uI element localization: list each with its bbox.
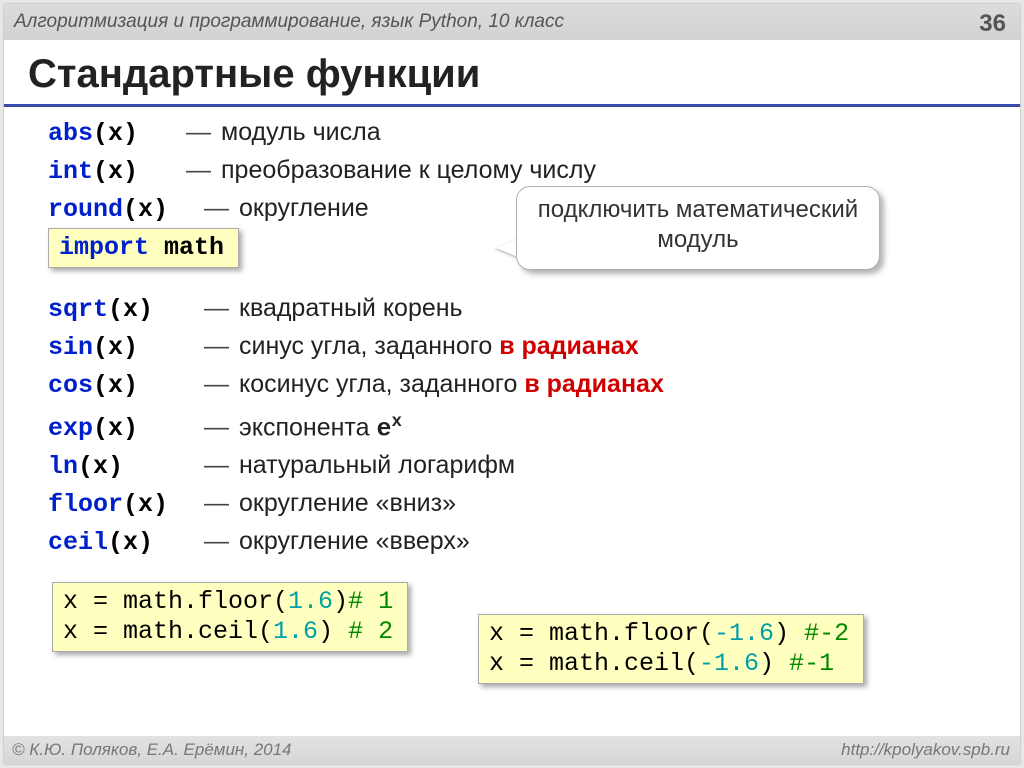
title-underline	[4, 104, 1020, 107]
course-title: Алгоритмизация и программирование, язык …	[14, 11, 564, 32]
content: abs(x) — модуль числа int(x) — преобразо…	[48, 114, 1000, 561]
import-codebox: import math	[48, 228, 239, 268]
slide-footer: © К.Ю. Поляков, Е.А. Ерёмин, 2014 http:/…	[4, 736, 1020, 764]
fn-row-floor: floor(x) — округление «вниз»	[48, 485, 1000, 523]
fn-row-ln: ln(x) — натуральный логарифм	[48, 447, 1000, 485]
example-line: x = math.ceil(1.6) # 2	[63, 617, 393, 647]
slide-header: Алгоритмизация и программирование, язык …	[4, 4, 1020, 40]
example-line: x = math.floor(-1.6) #-2	[489, 619, 849, 649]
fn-row-sqrt: sqrt(x) — квадратный корень	[48, 290, 1000, 328]
fn-row-abs: abs(x) — модуль числа	[48, 114, 1000, 152]
footer-url: http://kpolyakov.spb.ru	[841, 736, 1010, 764]
example-right-codebox: x = math.floor(-1.6) #-2 x = math.ceil(-…	[478, 614, 864, 684]
callout-box: подключить математический модуль	[516, 186, 880, 270]
example-line: x = math.floor(1.6)# 1	[63, 587, 393, 617]
fn-row-sin: sin(x) — синус угла, заданного в радиана…	[48, 328, 1000, 366]
fn-row-int: int(x) — преобразование к целому числу	[48, 152, 1000, 190]
fn-row-cos: cos(x) — косинус угла, заданного в радиа…	[48, 366, 1000, 404]
footer-copyright: © К.Ю. Поляков, Е.А. Ерёмин, 2014	[12, 736, 292, 764]
example-line: x = math.ceil(-1.6) #-1	[489, 649, 849, 679]
page-number: 36	[979, 6, 1006, 42]
slide-title: Стандартные функции	[28, 52, 480, 97]
example-left-codebox: x = math.floor(1.6)# 1 x = math.ceil(1.6…	[52, 582, 408, 652]
slide: Алгоритмизация и программирование, язык …	[4, 4, 1020, 764]
fn-row-exp: exp(x) — экспонента ex	[48, 404, 1000, 447]
fn-row-ceil: ceil(x) — округление «вверх»	[48, 523, 1000, 561]
